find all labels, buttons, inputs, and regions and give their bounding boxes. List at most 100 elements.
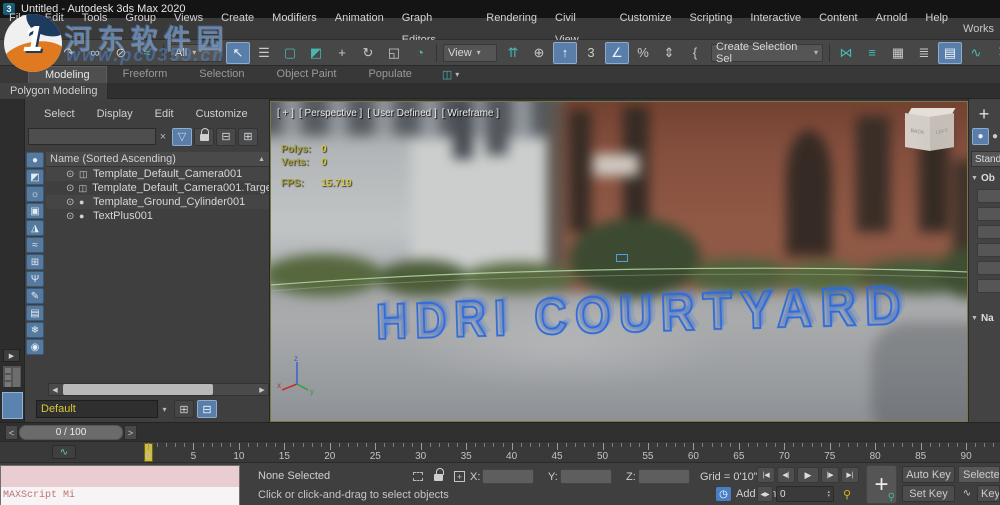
display-bone-objects-icon[interactable]: Ψ	[26, 271, 44, 287]
ribbon-overflow-button[interactable]: ◫ ▾	[442, 67, 459, 83]
reference-coordinate-system-dropdown[interactable]: View ▾	[443, 43, 497, 62]
keyboard-shortcut-override-icon[interactable]: ↑	[553, 41, 577, 64]
set-key-button[interactable]: Set Key	[902, 485, 955, 502]
align-icon[interactable]: ≡	[860, 42, 884, 64]
select-by-name-icon[interactable]: ☰	[252, 42, 276, 64]
visibility-eye-icon[interactable]: ⊙	[66, 183, 79, 194]
mirror-icon[interactable]: ⋈	[834, 42, 858, 64]
z-coordinate-field[interactable]	[638, 469, 690, 484]
object-type-button[interactable]	[977, 243, 1000, 257]
visibility-eye-icon[interactable]: ⊙	[66, 197, 79, 208]
name-and-color-rollout[interactable]: ▼ Na	[971, 311, 1000, 326]
display-shapes-icon[interactable]: ◩	[26, 169, 44, 185]
select-and-scale-icon[interactable]: ◱	[382, 42, 406, 64]
scene-explorer-toggle-icon[interactable]: ▦	[886, 42, 910, 64]
ribbon-tab-populate[interactable]: Populate	[352, 66, 427, 83]
object-type-button[interactable]	[977, 261, 1000, 275]
display-particle-systems-icon[interactable]: ⊞	[26, 254, 44, 270]
select-and-rotate-icon[interactable]: ↻	[356, 42, 380, 64]
object-category-dropdown[interactable]: Stand	[971, 151, 1000, 167]
view-cube-right-face[interactable]: LEFT	[930, 113, 954, 151]
spinner-snap-icon[interactable]: ⇕	[657, 42, 681, 64]
create-tab-icon[interactable]: +	[974, 104, 994, 124]
select-and-move-icon[interactable]: +	[330, 42, 354, 64]
curve-editor-icon[interactable]: ∿	[964, 42, 988, 64]
ribbon-tab-object-paint[interactable]: Object Paint	[261, 66, 353, 83]
view-cube-left-face[interactable]: BACK	[905, 113, 930, 151]
key-filters-icon[interactable]: ⚲	[839, 486, 855, 502]
viewport-menu-pov[interactable]: [ Perspective ]	[299, 108, 362, 119]
rectangular-selection-region-icon[interactable]: ▢	[278, 42, 302, 64]
view-cube[interactable]: BACK LEFT	[904, 108, 956, 158]
ribbon-toggle-icon[interactable]: ▤	[938, 41, 962, 64]
next-frame-slider-button[interactable]: >	[124, 425, 137, 440]
display-list-view-icon[interactable]: ▤	[26, 305, 44, 321]
object-type-button[interactable]	[977, 225, 1000, 239]
scrollbar-thumb[interactable]	[63, 384, 213, 395]
y-coordinate-field[interactable]	[560, 469, 612, 484]
explorer-menu-display[interactable]: Display	[86, 105, 144, 123]
isolate-selection-icon[interactable]	[410, 469, 425, 483]
snap-toggle-3d-icon[interactable]: 3	[579, 42, 603, 64]
select-and-place-icon[interactable]: ◔	[408, 42, 432, 64]
next-frame-button[interactable]: |▶	[821, 467, 839, 483]
display-ik-chains-icon[interactable]: ✎	[26, 288, 44, 304]
layout-flyout-button[interactable]: ▶	[3, 349, 20, 362]
menu-workspaces[interactable]: Works	[957, 23, 1000, 35]
display-helpers-icon[interactable]: ◮	[26, 220, 44, 236]
scroll-left-icon[interactable]: ◀	[49, 386, 61, 394]
clear-search-icon[interactable]: ×	[156, 131, 170, 143]
layer-explorer-icon[interactable]: ≣	[912, 42, 936, 64]
x-coordinate-field[interactable]	[482, 469, 534, 484]
display-space-warps-icon[interactable]: ≈	[26, 237, 44, 253]
key-filters-button[interactable]: Key F	[977, 485, 1000, 502]
scroll-right-icon[interactable]: ▶	[256, 386, 268, 394]
percent-snap-icon[interactable]: %	[631, 42, 655, 64]
track-bar[interactable]: ∿ 0 5 10 15 20 25 30 35 40 45 50 55 60 65 70 75 80 85 90	[0, 441, 1000, 462]
lock-explorer-icon[interactable]	[194, 127, 214, 146]
display-cameras-icon[interactable]: ▣	[26, 203, 44, 219]
named-selection-sets-icon[interactable]: {	[683, 42, 707, 64]
ribbon-tab-selection[interactable]: Selection	[183, 66, 260, 83]
angle-snap-icon[interactable]: ∠	[605, 41, 629, 64]
display-lights-icon[interactable]: ☼	[26, 186, 44, 202]
play-button[interactable]: ▶	[797, 467, 819, 483]
explorer-menu-customize[interactable]: Customize	[185, 105, 259, 123]
hierarchy-view-icon[interactable]: ⊟	[197, 400, 217, 418]
chevron-down-icon[interactable]: ▾	[158, 405, 171, 414]
window-crossing-icon[interactable]: ◩	[304, 42, 328, 64]
list-item[interactable]: ⊙ ◫ Template_Default_Camera001	[46, 167, 269, 181]
maxscript-macro-recorder[interactable]	[1, 466, 239, 487]
go-to-end-button[interactable]: ▶|	[841, 467, 859, 483]
key-mode-toggle-button[interactable]: ◀▶	[757, 486, 773, 502]
viewport-menu-shading[interactable]: [ Wireframe ]	[442, 108, 499, 119]
default-tangent-icon[interactable]: ∿	[960, 485, 974, 501]
named-selection-set-dropdown[interactable]: Create Selection Sel ▾	[711, 41, 823, 65]
time-slider-thumb[interactable]: 0 / 100	[19, 425, 123, 440]
auto-key-button[interactable]: Auto Key	[902, 466, 955, 483]
display-frozen-icon[interactable]: ❄	[26, 322, 44, 338]
explorer-menu-edit[interactable]: Edit	[144, 105, 185, 123]
polygon-modeling-panel-tab[interactable]: Polygon Modeling	[0, 83, 109, 99]
viewport-menu-general[interactable]: [ + ]	[277, 108, 294, 119]
name-column-header[interactable]: Name (Sorted Ascending) ▲	[46, 152, 269, 167]
explorer-menu-select[interactable]: Select	[33, 105, 86, 123]
spinner-down-icon[interactable]: ▾	[827, 494, 830, 499]
filter-icon[interactable]: ▽	[172, 127, 192, 146]
mini-curve-editor-icon[interactable]: ∿	[52, 445, 76, 459]
object-type-button[interactable]	[977, 207, 1000, 221]
absolute-mode-transform-icon[interactable]: +	[452, 469, 467, 483]
list-item[interactable]: ⊙ ● Template_Ground_Cylinder001	[46, 195, 269, 209]
visibility-eye-icon[interactable]: ⊙	[66, 169, 79, 180]
visibility-eye-icon[interactable]: ⊙	[66, 211, 79, 222]
list-item[interactable]: ⊙ ◫ Template_Default_Camera001.Target	[46, 181, 269, 195]
selection-lock-icon[interactable]	[431, 467, 446, 483]
explorer-preset-dropdown[interactable]: Default	[36, 400, 158, 418]
current-frame-field[interactable]: 0 ▴ ▾	[776, 486, 834, 502]
go-to-start-button[interactable]: |◀	[757, 467, 775, 483]
expand-all-icon[interactable]: ⊞	[238, 127, 258, 146]
maxscript-listener-field[interactable]: MAXScript Mi	[1, 487, 239, 505]
use-pivot-point-icon[interactable]: ⇈	[501, 42, 525, 64]
collapse-all-icon[interactable]: ⊟	[216, 127, 236, 146]
previous-frame-slider-button[interactable]: <	[5, 425, 18, 440]
